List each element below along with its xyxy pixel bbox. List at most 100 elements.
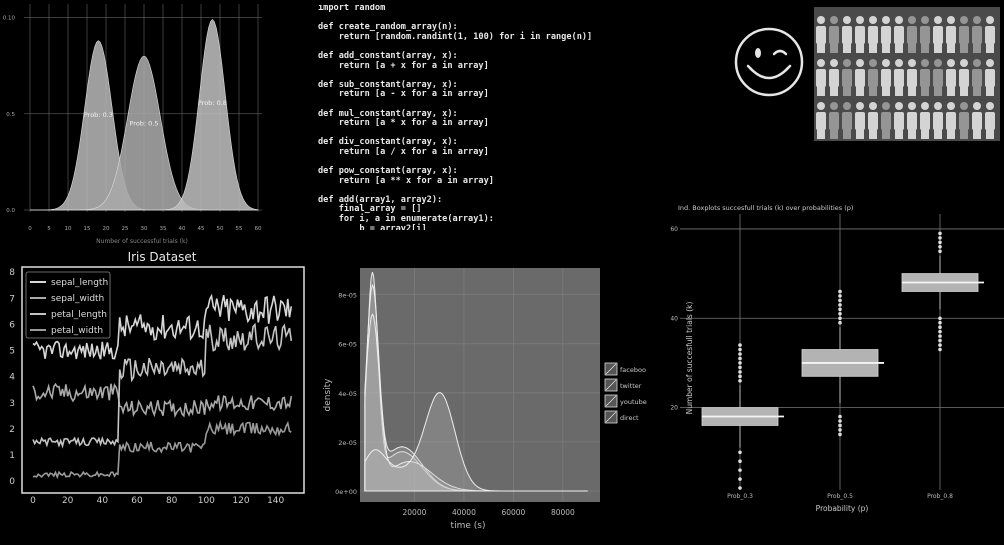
x-tick-label: 0 — [30, 496, 36, 506]
series-label: Prob: 0.5 — [129, 119, 158, 127]
x-tick-label: 55 — [236, 226, 243, 232]
outlier-point — [938, 316, 942, 321]
outlier-point — [738, 347, 742, 352]
person-legs — [882, 86, 890, 96]
person-body — [855, 69, 865, 87]
outlier-point — [738, 370, 742, 374]
person-legs — [895, 43, 903, 53]
person-head — [908, 16, 916, 24]
x-tick-label: 20 — [103, 226, 110, 232]
binomial-density-chart: Prob: 0.3 Prob: 0.5 Prob: 0.8 0 5 10 15 20 25 30… — [3, 0, 262, 245]
person-head — [908, 59, 916, 67]
series-label: Prob: 0.8 — [198, 99, 227, 107]
outlier-point — [938, 343, 942, 347]
x-tick-label: 40000 — [452, 508, 476, 517]
chart-title: Iris Dataset — [128, 250, 197, 264]
x-tick-label: 60000 — [501, 508, 525, 517]
person-legs — [908, 129, 916, 139]
y-tick-label: 5 — [9, 347, 15, 357]
x-axis-label: time (s) — [451, 521, 486, 531]
person-body — [868, 69, 878, 87]
person-body — [920, 112, 930, 130]
person-legs — [817, 43, 825, 53]
outlier-point — [938, 245, 942, 249]
person-body — [933, 112, 943, 130]
person-legs — [960, 43, 968, 53]
x-tick-label: 20000 — [403, 508, 427, 517]
person-legs — [947, 86, 955, 96]
person-legs — [973, 43, 981, 53]
x-tick-label: 80 — [166, 496, 178, 506]
outlier-point — [938, 320, 942, 325]
outlier-point — [938, 329, 942, 334]
outlier-point — [738, 468, 742, 472]
person-body — [972, 112, 982, 130]
outlier-point — [738, 477, 742, 481]
x-tick-label: 25 — [122, 226, 129, 232]
person-legs — [843, 86, 851, 96]
x-tick-label: 60 — [255, 226, 262, 232]
person-legs — [921, 43, 929, 53]
person-head — [882, 102, 890, 110]
person-legs — [830, 129, 838, 139]
person-body — [946, 112, 956, 130]
person-legs — [869, 86, 877, 96]
legend-label: twitter — [620, 382, 642, 390]
outlier-point — [838, 307, 842, 312]
outlier-point — [838, 432, 842, 437]
legend-label: faceboo — [620, 366, 646, 374]
person-legs — [882, 43, 890, 53]
code-line: return [a / x for a in array] — [318, 146, 489, 157]
y-tick-label: 0.10 — [3, 16, 16, 22]
legend: sepal_length sepal_width petal_lengthpetal… — [25, 271, 111, 339]
person-head — [856, 102, 864, 110]
y-tick-label: 0.5 — [6, 112, 15, 118]
person-body — [959, 26, 969, 44]
outlier-point — [838, 419, 842, 423]
y-tick-label: 0e+00 — [335, 488, 357, 496]
person-legs — [895, 129, 903, 139]
x-tick-label: 0 — [28, 226, 32, 232]
y-tick-label: 6 — [9, 320, 15, 330]
x-tick-label: 30 — [141, 226, 148, 232]
code-line: return [a ** x for a in array] — [318, 175, 494, 186]
person-head — [908, 102, 916, 110]
person-legs — [830, 86, 838, 96]
person-legs — [960, 86, 968, 96]
y-tick-label: 1 — [9, 451, 15, 461]
x-axis-label: Probability (p) — [816, 504, 869, 513]
outlier-point — [838, 289, 842, 294]
x-tick-label: 80000 — [551, 508, 575, 517]
person-head — [986, 59, 994, 67]
person-head — [973, 59, 981, 67]
person-legs — [934, 86, 942, 96]
legend-label: petal_width — [51, 326, 103, 336]
x-tick-label: Prob_0.5 — [827, 493, 853, 500]
y-tick-label: 60 — [670, 226, 678, 233]
y-tick-label: 8 — [9, 268, 15, 278]
series-line — [32, 419, 292, 480]
code-line: return [random.randint(1, 100) for i in … — [318, 31, 593, 42]
outlier-point — [738, 459, 742, 464]
x-tick-label: 40 — [97, 496, 109, 506]
person-head — [817, 102, 825, 110]
legend-label: sepal_width — [51, 294, 104, 304]
person-head — [895, 59, 903, 67]
person-body — [881, 26, 891, 44]
person-legs — [921, 86, 929, 96]
person-body — [972, 69, 982, 87]
person-head — [856, 16, 864, 24]
person-body — [946, 26, 956, 44]
person-head — [817, 59, 825, 67]
person-body — [868, 26, 878, 44]
person-legs — [869, 129, 877, 139]
y-tick-label: 40 — [670, 315, 678, 322]
outlier-point — [738, 352, 742, 356]
person-head — [934, 16, 942, 24]
y-tick-label: 0 — [9, 477, 15, 487]
person-body — [829, 26, 839, 44]
person-body — [842, 69, 852, 87]
x-tick-label: 35 — [160, 226, 167, 232]
person-legs — [934, 129, 942, 139]
y-tick-label: 3 — [9, 399, 15, 409]
